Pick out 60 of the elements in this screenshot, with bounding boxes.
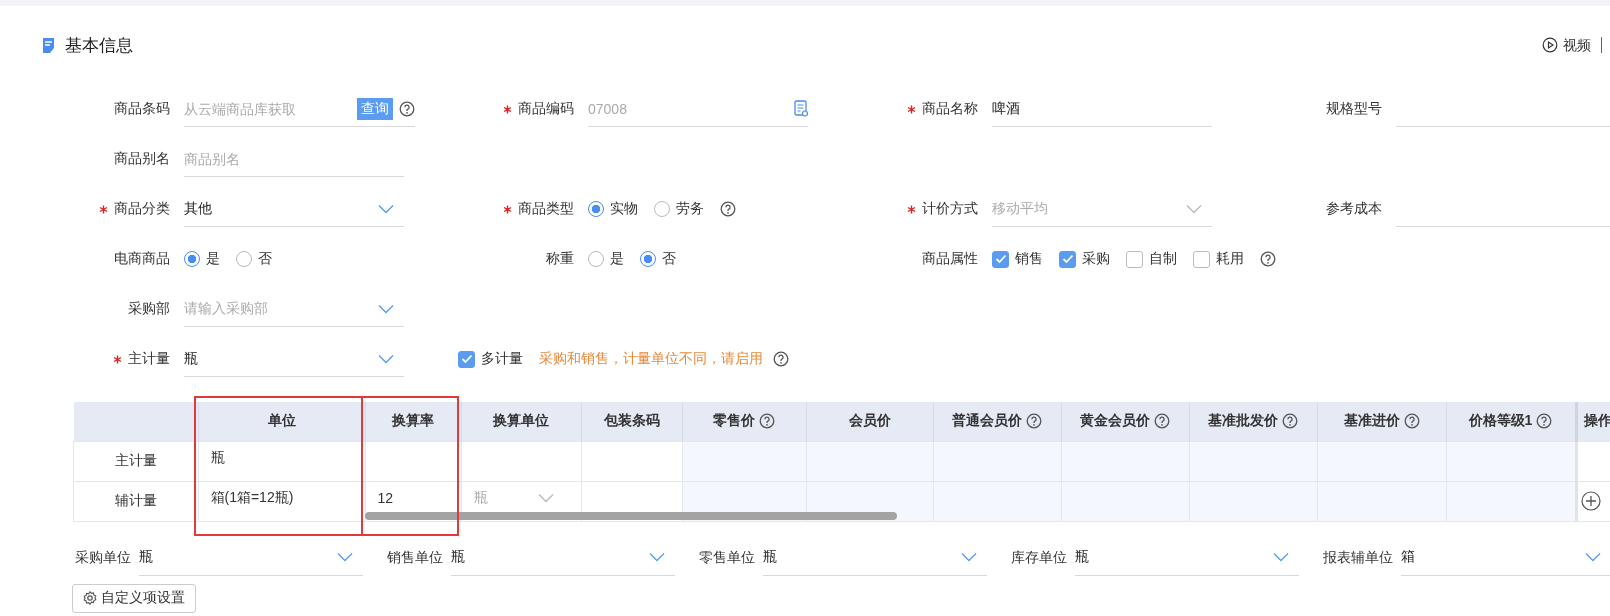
- radio-label: 劳务: [676, 200, 704, 218]
- select-field[interactable]: 瓶: [763, 539, 987, 576]
- radio-label: 是: [610, 250, 624, 268]
- column-header: 会员价: [806, 402, 933, 441]
- field-label: 称重: [546, 250, 574, 268]
- field-label: 报表辅单位: [1323, 548, 1393, 567]
- checkbox-label: 多计量: [481, 350, 523, 368]
- select-field[interactable]: 其他: [184, 191, 404, 227]
- field-label: 采购单位: [75, 548, 131, 567]
- column-header: 换算单位: [461, 402, 581, 441]
- table-cell: 辅计量: [73, 481, 198, 521]
- column-header: 价格等级1: [1446, 402, 1576, 441]
- column-header: 换算率: [365, 402, 461, 441]
- field-label: 电商商品: [114, 250, 170, 268]
- field-label: 商品属性: [922, 250, 978, 268]
- column-header: 黄金会员价: [1061, 402, 1189, 441]
- field-label: 计价方式: [922, 200, 978, 218]
- video-link[interactable]: 视频: [1542, 37, 1602, 53]
- radio-label: 实物: [610, 200, 638, 218]
- column-header: 零售价: [682, 402, 806, 441]
- hint-text: 采购和销售，计量单位不同，请启用: [539, 350, 763, 368]
- field-label: 规格型号: [1326, 100, 1382, 118]
- field-label: 参考成本: [1326, 200, 1382, 218]
- field-label: 商品类型: [518, 200, 574, 218]
- checkbox-label: 自制: [1149, 250, 1177, 268]
- field-label: 商品名称: [922, 100, 978, 118]
- checkbox-label: 销售: [1015, 250, 1043, 268]
- select-field[interactable]: 瓶: [139, 539, 363, 576]
- column-header: 基准批发价: [1189, 402, 1317, 441]
- checkbox-label: 采购: [1082, 250, 1110, 268]
- field-label: 商品条码: [114, 100, 170, 118]
- field-label: 采购部: [128, 300, 170, 318]
- field-label: 主计量: [128, 350, 170, 368]
- input-field[interactable]: 商品别名: [184, 148, 404, 169]
- select-field[interactable]: 瓶: [184, 341, 404, 377]
- table-cell: 主计量: [73, 441, 198, 481]
- radio-label: 否: [662, 250, 676, 268]
- field-label: 零售单位: [699, 548, 755, 567]
- select-field[interactable]: 箱: [1401, 539, 1610, 576]
- input-field[interactable]: 从云端商品库获取: [184, 98, 351, 119]
- checkbox-label: 耗用: [1216, 250, 1244, 268]
- radio-label: 否: [258, 250, 272, 268]
- select-field[interactable]: 瓶: [1075, 539, 1299, 576]
- field-label: 商品别名: [114, 150, 170, 168]
- field-label: 商品编码: [518, 100, 574, 118]
- select-field[interactable]: 瓶: [451, 539, 675, 576]
- custom-settings-button[interactable]: 自定义项设置: [72, 583, 196, 613]
- column-header: 单位: [198, 402, 365, 441]
- column-header: 普通会员价: [933, 402, 1061, 441]
- field-label: 销售单位: [387, 548, 443, 567]
- column-header: 包装条码: [581, 402, 682, 441]
- input-field[interactable]: 07008: [588, 98, 788, 119]
- table-cell: 箱(1箱=12瓶): [198, 481, 365, 521]
- section-title: 基本信息: [65, 34, 133, 57]
- table-cell: 瓶: [198, 441, 365, 481]
- column-header: 基准进价: [1317, 402, 1446, 441]
- field-label: 商品分类: [114, 200, 170, 218]
- input-field[interactable]: 啤酒: [992, 98, 1212, 119]
- field-label: 库存单位: [1011, 548, 1067, 567]
- radio-label: 是: [206, 250, 220, 268]
